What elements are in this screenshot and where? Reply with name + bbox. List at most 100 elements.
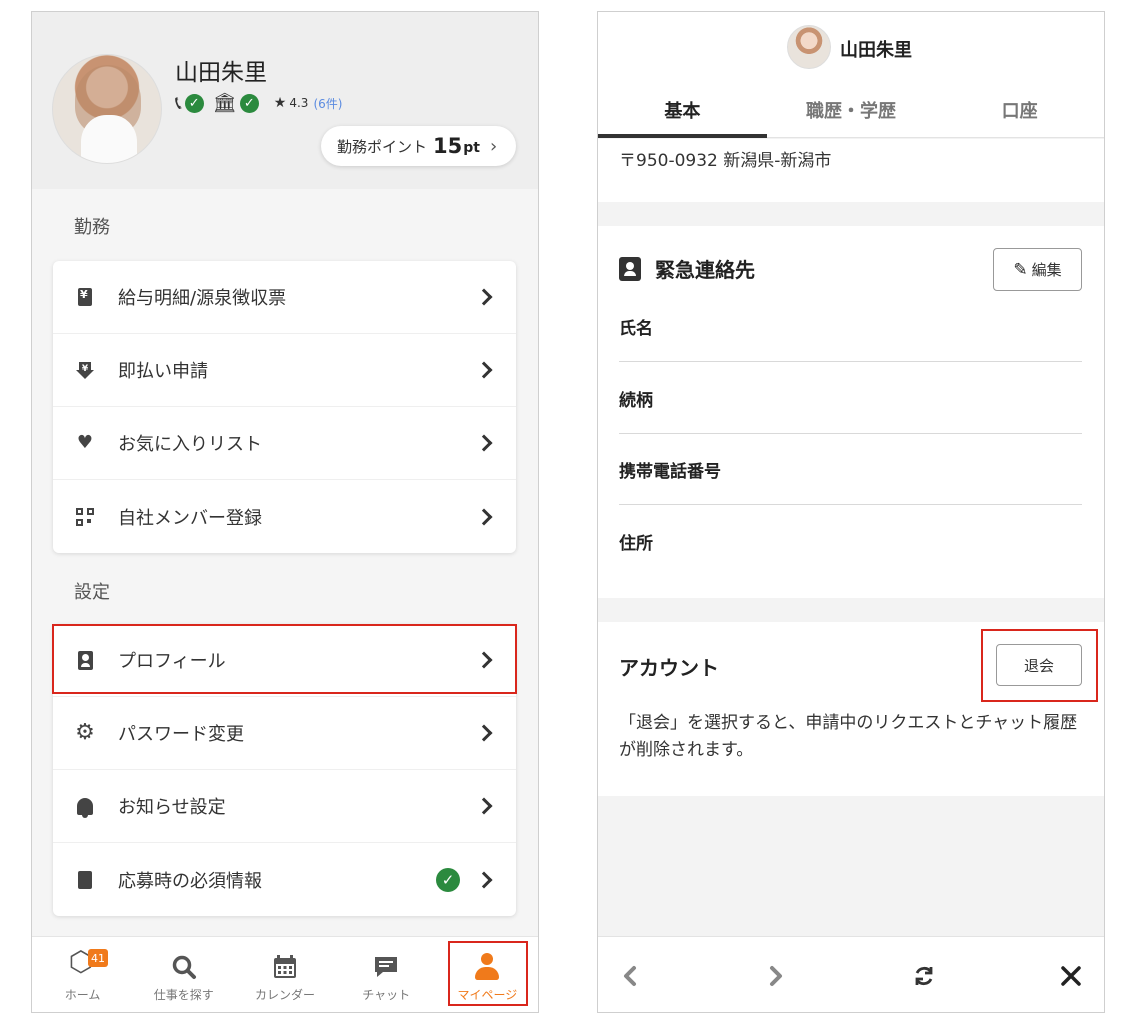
search-icon (171, 952, 197, 982)
calendar-icon (272, 952, 298, 982)
chevron-right-icon (475, 651, 493, 669)
section-label-settings: 設定 (74, 582, 110, 603)
nav-chat[interactable]: チャット (336, 937, 437, 1012)
chevron-right-icon (475, 434, 493, 452)
field-mobile-phone: 携帯電話番号 (619, 434, 1082, 505)
work-points-button[interactable]: 勤務ポイント 15 pt › (321, 126, 516, 166)
profile-tabs: 基本 職歴・学歴 口座 (598, 82, 1104, 138)
field-relationship: 続柄 (619, 363, 1082, 434)
profile-header: 山田朱里 📞︎ ✓ 🏛︎ ✓ ★ 4.3 (6件) 勤務ポイント 15 pt › (32, 12, 538, 189)
chevron-right-icon (475, 508, 493, 525)
profile-screen: 山田朱里 基本 職歴・学歴 口座 〒950-0932 新潟県-新潟市 緊急連絡先… (597, 11, 1105, 1013)
menu-item-label: お知らせ設定 (118, 797, 226, 818)
address-value: 〒950-0932 新潟県-新潟市 (619, 151, 832, 171)
chevron-right-icon (475, 797, 493, 815)
profile-card-icon (75, 650, 95, 670)
notification-badge: 41 (88, 949, 108, 967)
forward-button[interactable] (756, 937, 796, 1012)
avatar[interactable] (52, 54, 162, 164)
points-unit: pt (463, 140, 480, 156)
menu-item-label: 自社メンバー登録 (118, 507, 262, 529)
address-block: 〒950-0932 新潟県-新潟市 (598, 139, 1104, 202)
check-icon: ✓ (239, 93, 259, 113)
field-label: 氏名 (619, 318, 653, 339)
nav-label: カレンダー (255, 988, 316, 1002)
chevron-right-icon (475, 871, 493, 888)
tab-basic[interactable]: 基本 (598, 82, 767, 138)
profile-header: 山田朱里 基本 職歴・学歴 口座 (598, 12, 1104, 138)
menu-item-member-register[interactable]: 自社メンバー登録 (53, 480, 516, 553)
avatar (787, 25, 831, 69)
bottom-nav: 41 ホーム 仕事を探す カレンダー チャット マイページ (32, 936, 538, 1012)
edit-button[interactable]: ✎ 編集 (993, 248, 1082, 291)
section-label-work: 勤務 (74, 217, 110, 238)
close-button[interactable] (1051, 937, 1091, 1012)
check-icon: ✓ (184, 93, 204, 113)
field-address: 住所 (619, 506, 1082, 577)
points-value: 15 (433, 134, 463, 158)
browser-toolbar (598, 936, 1104, 1012)
mypage-screen: 山田朱里 📞︎ ✓ 🏛︎ ✓ ★ 4.3 (6件) 勤務ポイント 15 pt ›… (31, 11, 539, 1013)
nav-label: チャット (362, 988, 411, 1002)
field-label: 住所 (619, 534, 653, 554)
emergency-contact-section: 緊急連絡先 ✎ 編集 氏名 続柄 携帯電話番号 住所 (598, 226, 1104, 598)
chevron-left-icon (624, 966, 636, 986)
tab-account[interactable]: 口座 (935, 82, 1104, 138)
work-menu: 給与明細/源泉徴収票 ¥ 即払い申請 ♥ お気に入りリスト 自社メンバー登録 (53, 261, 516, 553)
menu-item-required-info[interactable]: 応募時の必須情報 ✓ (53, 843, 516, 916)
heart-icon: ♥ (76, 432, 94, 453)
menu-item-payslip[interactable]: 給与明細/源泉徴収票 (53, 261, 516, 334)
chevron-right-icon (475, 361, 493, 379)
person-icon (473, 952, 501, 982)
back-button[interactable] (610, 937, 650, 1012)
menu-item-password[interactable]: ⚙ パスワード変更 (53, 697, 516, 770)
nav-search[interactable]: 仕事を探す (133, 937, 234, 1012)
bell-icon (75, 796, 95, 818)
check-icon: ✓ (436, 867, 460, 892)
nav-home[interactable]: 41 ホーム (32, 937, 133, 1012)
menu-item-profile[interactable]: プロフィール (53, 624, 516, 697)
menu-item-label: 即払い申請 (118, 361, 208, 382)
svg-text:¥: ¥ (82, 364, 89, 374)
user-name: 山田朱里 (840, 40, 912, 61)
field-name: 氏名 (619, 291, 1082, 362)
menu-item-notifications[interactable]: お知らせ設定 (53, 770, 516, 843)
nav-label: 仕事を探す (153, 988, 214, 1002)
withdraw-button[interactable]: 退会 (996, 644, 1082, 686)
chevron-right-icon (475, 288, 493, 306)
menu-item-instant-pay[interactable]: ¥ 即払い申請 (53, 334, 516, 407)
nav-calendar[interactable]: カレンダー (234, 937, 335, 1012)
menu-item-label: 給与明細/源泉徴収票 (118, 288, 287, 309)
nav-label: マイページ (457, 988, 518, 1002)
withdraw-note: 「退会」を選択すると、申請中のリクエストとチャット履歴が削除されます。 (619, 713, 1078, 760)
menu-item-label: プロフィール (118, 651, 226, 672)
contact-book-icon (619, 256, 641, 281)
phone-icon: 📞︎ (175, 91, 182, 114)
chevron-right-icon: › (489, 135, 498, 157)
field-label: 続柄 (619, 390, 653, 411)
bank-icon: 🏛︎ (212, 91, 237, 114)
menu-item-label: 応募時の必須情報 (118, 870, 262, 892)
pencil-icon: ✎ (1013, 259, 1028, 280)
edit-label: 編集 (1031, 261, 1062, 279)
verification-badges: 📞︎ ✓ 🏛︎ ✓ ★ 4.3 (6件) (175, 91, 342, 115)
star-icon: ★ (273, 95, 287, 111)
close-icon (1061, 966, 1081, 986)
tab-career[interactable]: 職歴・学歴 (767, 82, 936, 138)
gear-icon: ⚙ (75, 720, 95, 745)
chat-icon (373, 952, 399, 982)
menu-item-label: パスワード変更 (118, 724, 244, 745)
menu-item-label: お気に入りリスト (118, 434, 262, 455)
chevron-right-icon (770, 966, 782, 986)
emergency-title-row: 緊急連絡先 (619, 254, 755, 283)
nav-mypage[interactable]: マイページ (437, 937, 538, 1012)
reload-button[interactable] (904, 937, 944, 1012)
nav-label: ホーム (64, 988, 101, 1002)
section-title: 緊急連絡先 (655, 258, 755, 282)
points-label: 勤務ポイント (337, 137, 428, 156)
rating-count-link[interactable]: (6件) (313, 95, 342, 112)
field-label: 携帯電話番号 (619, 461, 721, 482)
reload-icon (915, 966, 933, 986)
menu-item-favorites[interactable]: ♥ お気に入りリスト (53, 407, 516, 480)
account-section: アカウント 退会 「退会」を選択すると、申請中のリクエストとチャット履歴が削除さ… (598, 622, 1104, 796)
